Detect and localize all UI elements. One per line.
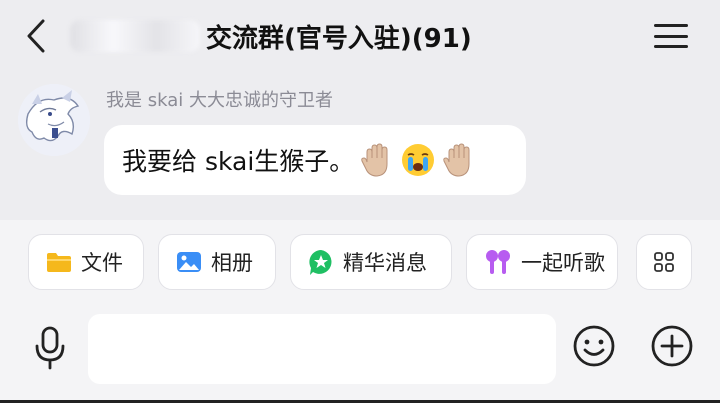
hamburger-line (654, 45, 688, 48)
input-bar (0, 304, 720, 403)
grid-icon (654, 252, 674, 272)
sender-avatar[interactable] (18, 84, 90, 156)
star-badge-icon (309, 250, 332, 275)
message-bubble[interactable]: 我要给 skai生猴子。 (104, 125, 526, 195)
more-button[interactable] (650, 324, 694, 368)
avatar-dragon-icon (18, 84, 90, 156)
raised-hand-icon (361, 143, 388, 177)
earbuds-icon (486, 250, 510, 274)
essence-messages-button[interactable]: 精华消息 (290, 234, 452, 290)
message-text: 我要给 skai生猴子。 (122, 147, 355, 176)
back-button[interactable] (22, 18, 50, 54)
quick-action-bar: 文件 相册 精华消息 一起听歌 (0, 220, 720, 304)
listen-together-button[interactable]: 一起听歌 (466, 234, 618, 290)
top-bar: 交流群(官号入驻)(91) (0, 0, 720, 72)
group-title: 交流群(官号入驻)(91) (206, 23, 472, 54)
chat-area: 我是 skai 大大忠诚的守卫者 我要给 skai生猴子。 (0, 72, 720, 220)
album-label: 相册 (211, 251, 253, 275)
more-apps-button[interactable] (636, 234, 692, 290)
image-icon (177, 252, 201, 272)
crying-face-icon (402, 144, 435, 176)
voice-button[interactable] (30, 324, 70, 372)
emoji-button[interactable] (572, 324, 616, 368)
smiley-icon (573, 325, 615, 367)
folder-icon (47, 253, 71, 272)
file-button[interactable]: 文件 (28, 234, 144, 290)
file-label: 文件 (81, 251, 123, 275)
sender-name[interactable]: 我是 skai 大大忠诚的守卫者 (106, 86, 333, 112)
raised-hand-icon (443, 143, 470, 177)
chevron-left-icon (27, 19, 45, 53)
blurred-group-name (70, 20, 200, 52)
hamburger-line (654, 24, 688, 27)
listen-together-label: 一起听歌 (521, 251, 605, 275)
plus-circle-icon (651, 325, 693, 367)
hamburger-line (654, 34, 688, 38)
microphone-icon (35, 326, 65, 370)
essence-messages-label: 精华消息 (343, 251, 427, 275)
message-input[interactable] (88, 314, 556, 384)
chat-title: 交流群(官号入驻)(91) (70, 16, 630, 56)
album-button[interactable]: 相册 (158, 234, 276, 290)
menu-button[interactable] (652, 18, 690, 54)
